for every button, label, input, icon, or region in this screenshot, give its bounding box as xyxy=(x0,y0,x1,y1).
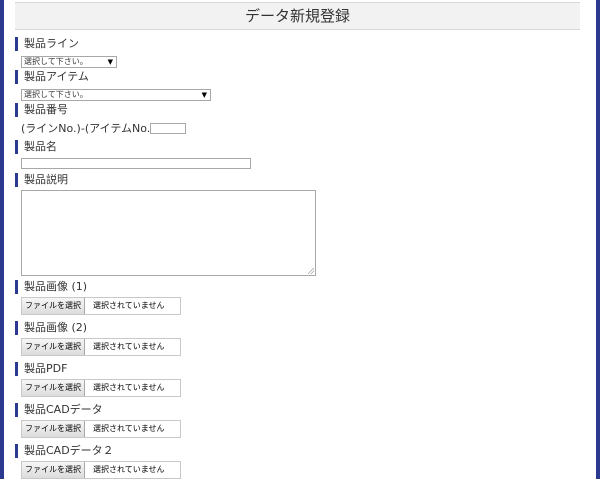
product-name-label: 製品名 xyxy=(15,140,57,154)
file-status-text: 選択されていません xyxy=(93,342,165,351)
page-title: データ新規登録 xyxy=(15,2,580,30)
cad2-label: 製品CADデータ２ xyxy=(15,444,114,458)
image1-file-input[interactable]: ファイルを選択 選択されていません xyxy=(21,297,181,315)
file-status-text: 選択されていません xyxy=(93,465,165,474)
dropdown-arrow-icon: ▼ xyxy=(201,91,207,99)
product-line-select[interactable]: 選択して下さい。 ▼ xyxy=(21,56,117,68)
image2-label: 製品画像 (2) xyxy=(15,321,87,335)
file-status-text: 選択されていません xyxy=(93,383,165,392)
product-number-input[interactable] xyxy=(150,123,186,134)
pdf-file-input[interactable]: ファイルを選択 選択されていません xyxy=(21,379,181,397)
product-item-label: 製品アイテム xyxy=(15,70,89,84)
frame-left-border xyxy=(0,0,4,479)
cad-file-input[interactable]: ファイルを選択 選択されていません xyxy=(21,420,181,438)
product-line-selected: 選択して下さい。 xyxy=(24,57,88,66)
frame-right-border xyxy=(596,0,600,479)
file-status-text: 選択されていません xyxy=(93,424,165,433)
choose-file-button[interactable]: ファイルを選択 xyxy=(22,298,85,314)
product-number-prefix: (ラインNo.)-(アイテムNo.)- xyxy=(21,122,159,135)
product-line-label: 製品ライン xyxy=(15,37,79,51)
product-number-label: 製品番号 xyxy=(15,103,68,117)
cad2-file-input[interactable]: ファイルを選択 選択されていません xyxy=(21,461,181,479)
choose-file-button[interactable]: ファイルを選択 xyxy=(22,421,85,437)
pdf-label: 製品PDF xyxy=(15,362,67,376)
choose-file-button[interactable]: ファイルを選択 xyxy=(22,462,85,478)
product-item-selected: 選択して下さい。 xyxy=(24,90,88,99)
product-item-select[interactable]: 選択して下さい。 ▼ xyxy=(21,89,211,101)
resize-grip-icon[interactable] xyxy=(308,268,314,274)
image2-file-input[interactable]: ファイルを選択 選択されていません xyxy=(21,338,181,356)
choose-file-button[interactable]: ファイルを選択 xyxy=(22,339,85,355)
product-description-textarea[interactable] xyxy=(21,190,316,276)
image1-label: 製品画像 (1) xyxy=(15,280,87,294)
cad-label: 製品CADデータ xyxy=(15,403,103,417)
product-description-label: 製品説明 xyxy=(15,173,68,187)
choose-file-button[interactable]: ファイルを選択 xyxy=(22,380,85,396)
dropdown-arrow-icon: ▼ xyxy=(107,58,113,66)
file-status-text: 選択されていません xyxy=(93,301,165,310)
product-name-input[interactable] xyxy=(21,158,251,169)
